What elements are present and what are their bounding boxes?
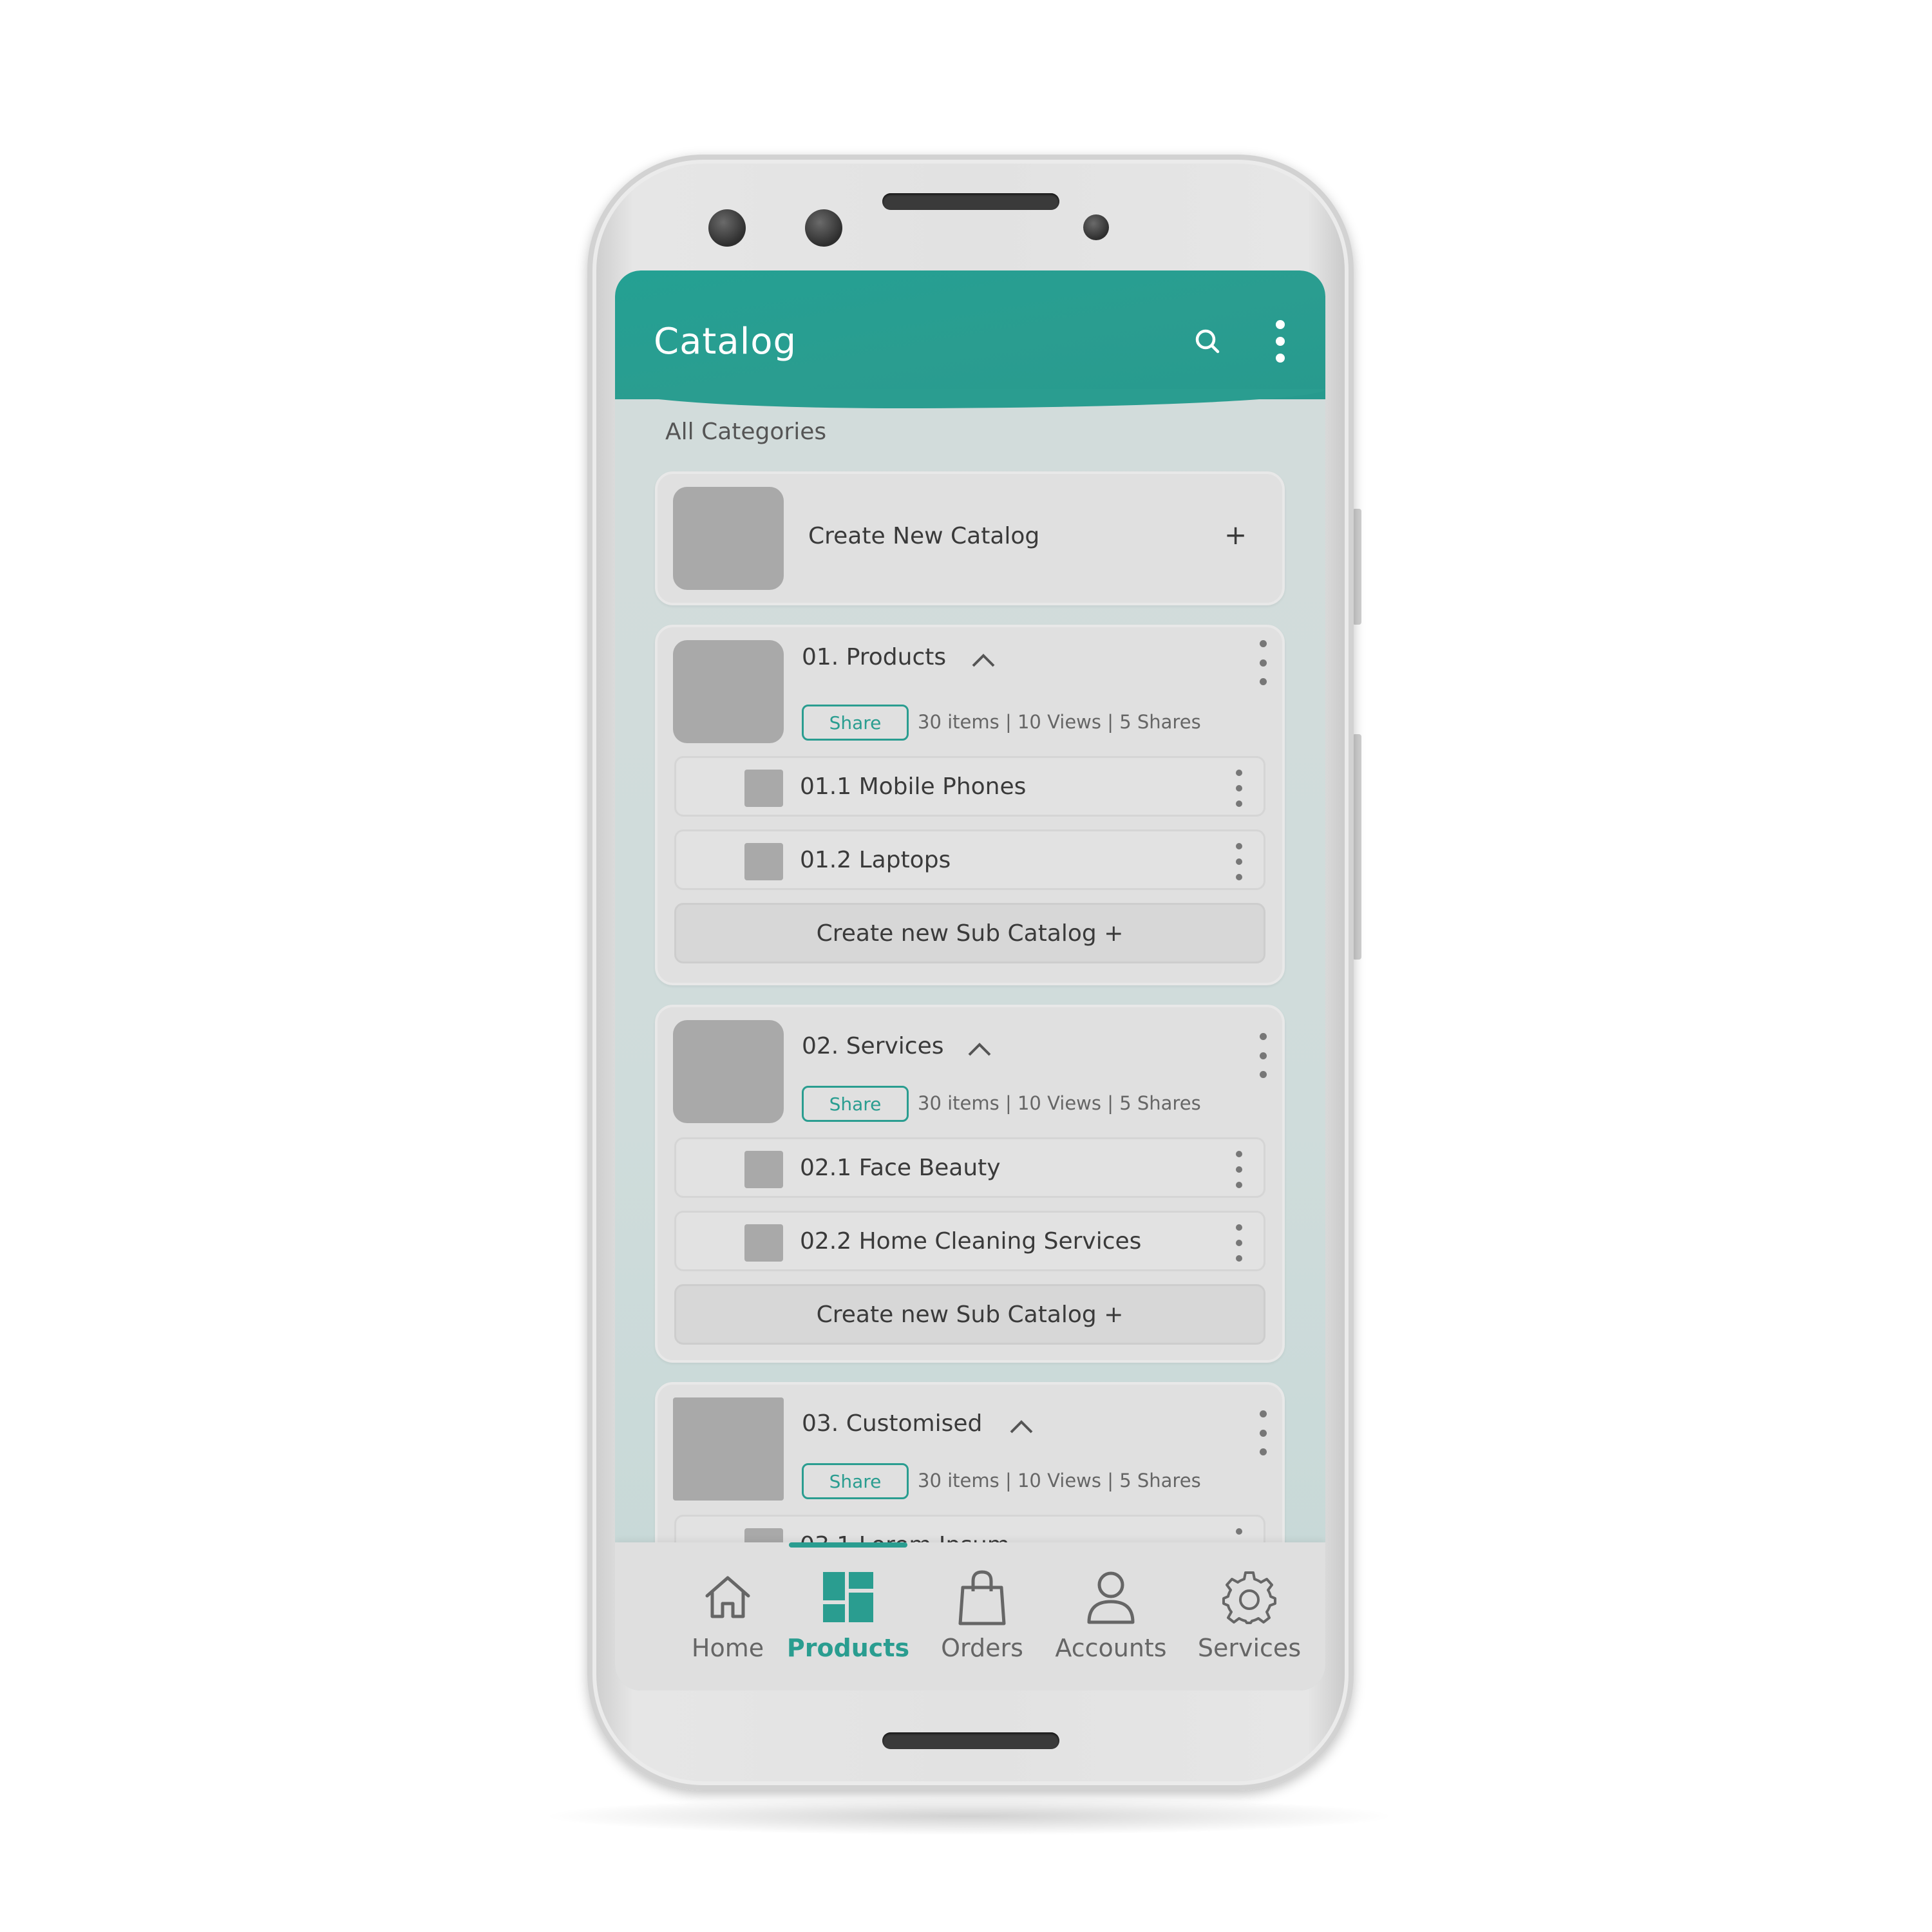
category-stats: 30 items | 10 Views | 5 Shares [918, 1470, 1201, 1492]
more-vertical-icon[interactable] [1256, 640, 1269, 685]
home-icon [699, 1568, 757, 1626]
share-button[interactable]: Share [802, 1463, 909, 1499]
grid-icon [819, 1568, 877, 1626]
bottom-navigation: Home Products Orders Accounts Services [615, 1542, 1325, 1690]
stage: Catalog All Categories Create New Catalo… [0, 0, 1932, 1932]
sub-catalog-row[interactable]: 01.2 Laptops [674, 829, 1265, 890]
share-button[interactable]: Share [802, 1086, 909, 1122]
phone-shadow [541, 1797, 1397, 1835]
nav-label: Services [1197, 1634, 1302, 1662]
top-speaker [882, 193, 1059, 210]
more-vertical-icon[interactable] [1256, 1033, 1269, 1078]
sub-catalog-label: 02.1 Face Beauty [800, 1155, 1001, 1181]
category-stats: 30 items | 10 Views | 5 Shares [918, 711, 1201, 733]
share-button[interactable]: Share [802, 705, 909, 741]
shopping-bag-icon [953, 1568, 1011, 1626]
category-thumbnail [673, 1020, 784, 1123]
nav-item-accounts[interactable]: Accounts [1040, 1542, 1182, 1690]
proximity-sensor-icon [1083, 214, 1109, 240]
category-card: 01. Products Share 30 items | 10 Views |… [655, 625, 1285, 985]
create-catalog-label: Create New Catalog [808, 523, 1040, 549]
category-thumbnail [673, 640, 784, 743]
section-label: All Categories [665, 419, 827, 445]
category-title: 03. Customised [802, 1410, 983, 1437]
create-sub-catalog-button[interactable]: Create new Sub Catalog + [674, 903, 1265, 963]
more-vertical-icon[interactable] [1234, 1151, 1244, 1188]
sub-catalog-thumbnail [744, 1224, 783, 1262]
sub-catalog-row[interactable]: 01.1 Mobile Phones [674, 756, 1265, 817]
add-icon[interactable]: + [1224, 519, 1247, 551]
front-camera-icon [708, 209, 746, 247]
more-vertical-icon[interactable] [1261, 320, 1300, 363]
search-icon[interactable] [1188, 322, 1227, 361]
chevron-up-icon[interactable] [971, 650, 996, 670]
more-vertical-icon[interactable] [1234, 770, 1244, 807]
nav-item-services[interactable]: Services [1179, 1542, 1320, 1690]
app-bar: Catalog [615, 270, 1325, 408]
category-card: 02. Services Share 30 items | 10 Views |… [655, 1005, 1285, 1363]
nav-item-home[interactable]: Home [660, 1542, 795, 1690]
gear-icon [1220, 1568, 1278, 1626]
category-thumbnail [673, 1397, 784, 1501]
nav-label: Home [691, 1634, 764, 1662]
nav-label: Products [786, 1634, 910, 1662]
power-button [1352, 734, 1361, 960]
sub-catalog-thumbnail [744, 770, 783, 807]
category-title: 01. Products [802, 644, 947, 670]
sub-catalog-label: 02.2 Home Cleaning Services [800, 1228, 1142, 1255]
category-title: 02. Services [802, 1033, 944, 1059]
nav-label: Accounts [1055, 1634, 1167, 1662]
chevron-up-icon[interactable] [967, 1039, 992, 1059]
front-camera-icon [805, 209, 842, 247]
nav-item-orders[interactable]: Orders [918, 1542, 1046, 1690]
volume-button [1352, 509, 1361, 625]
create-catalog-card[interactable]: Create New Catalog + [655, 471, 1285, 605]
sub-catalog-thumbnail [744, 1151, 783, 1188]
app-screen: Catalog All Categories Create New Catalo… [615, 270, 1325, 1690]
sub-catalog-label: 01.1 Mobile Phones [800, 773, 1027, 800]
more-vertical-icon[interactable] [1256, 1410, 1269, 1455]
sub-catalog-thumbnail [744, 843, 783, 880]
nav-label: Orders [941, 1634, 1023, 1662]
more-vertical-icon[interactable] [1234, 1224, 1244, 1262]
sub-catalog-row[interactable]: 02.2 Home Cleaning Services [674, 1211, 1265, 1271]
user-icon [1082, 1568, 1140, 1626]
sub-catalog-row[interactable]: 02.1 Face Beauty [674, 1137, 1265, 1198]
catalog-thumbnail [673, 487, 784, 590]
category-stats: 30 items | 10 Views | 5 Shares [918, 1092, 1201, 1114]
nav-item-products[interactable]: Products [784, 1542, 913, 1690]
create-sub-catalog-button[interactable]: Create new Sub Catalog + [674, 1284, 1265, 1345]
page-title: Catalog [654, 321, 797, 363]
chevron-up-icon[interactable] [1009, 1417, 1034, 1436]
sub-catalog-label: 01.2 Laptops [800, 847, 951, 873]
more-vertical-icon[interactable] [1234, 843, 1244, 880]
bottom-speaker [882, 1732, 1059, 1749]
